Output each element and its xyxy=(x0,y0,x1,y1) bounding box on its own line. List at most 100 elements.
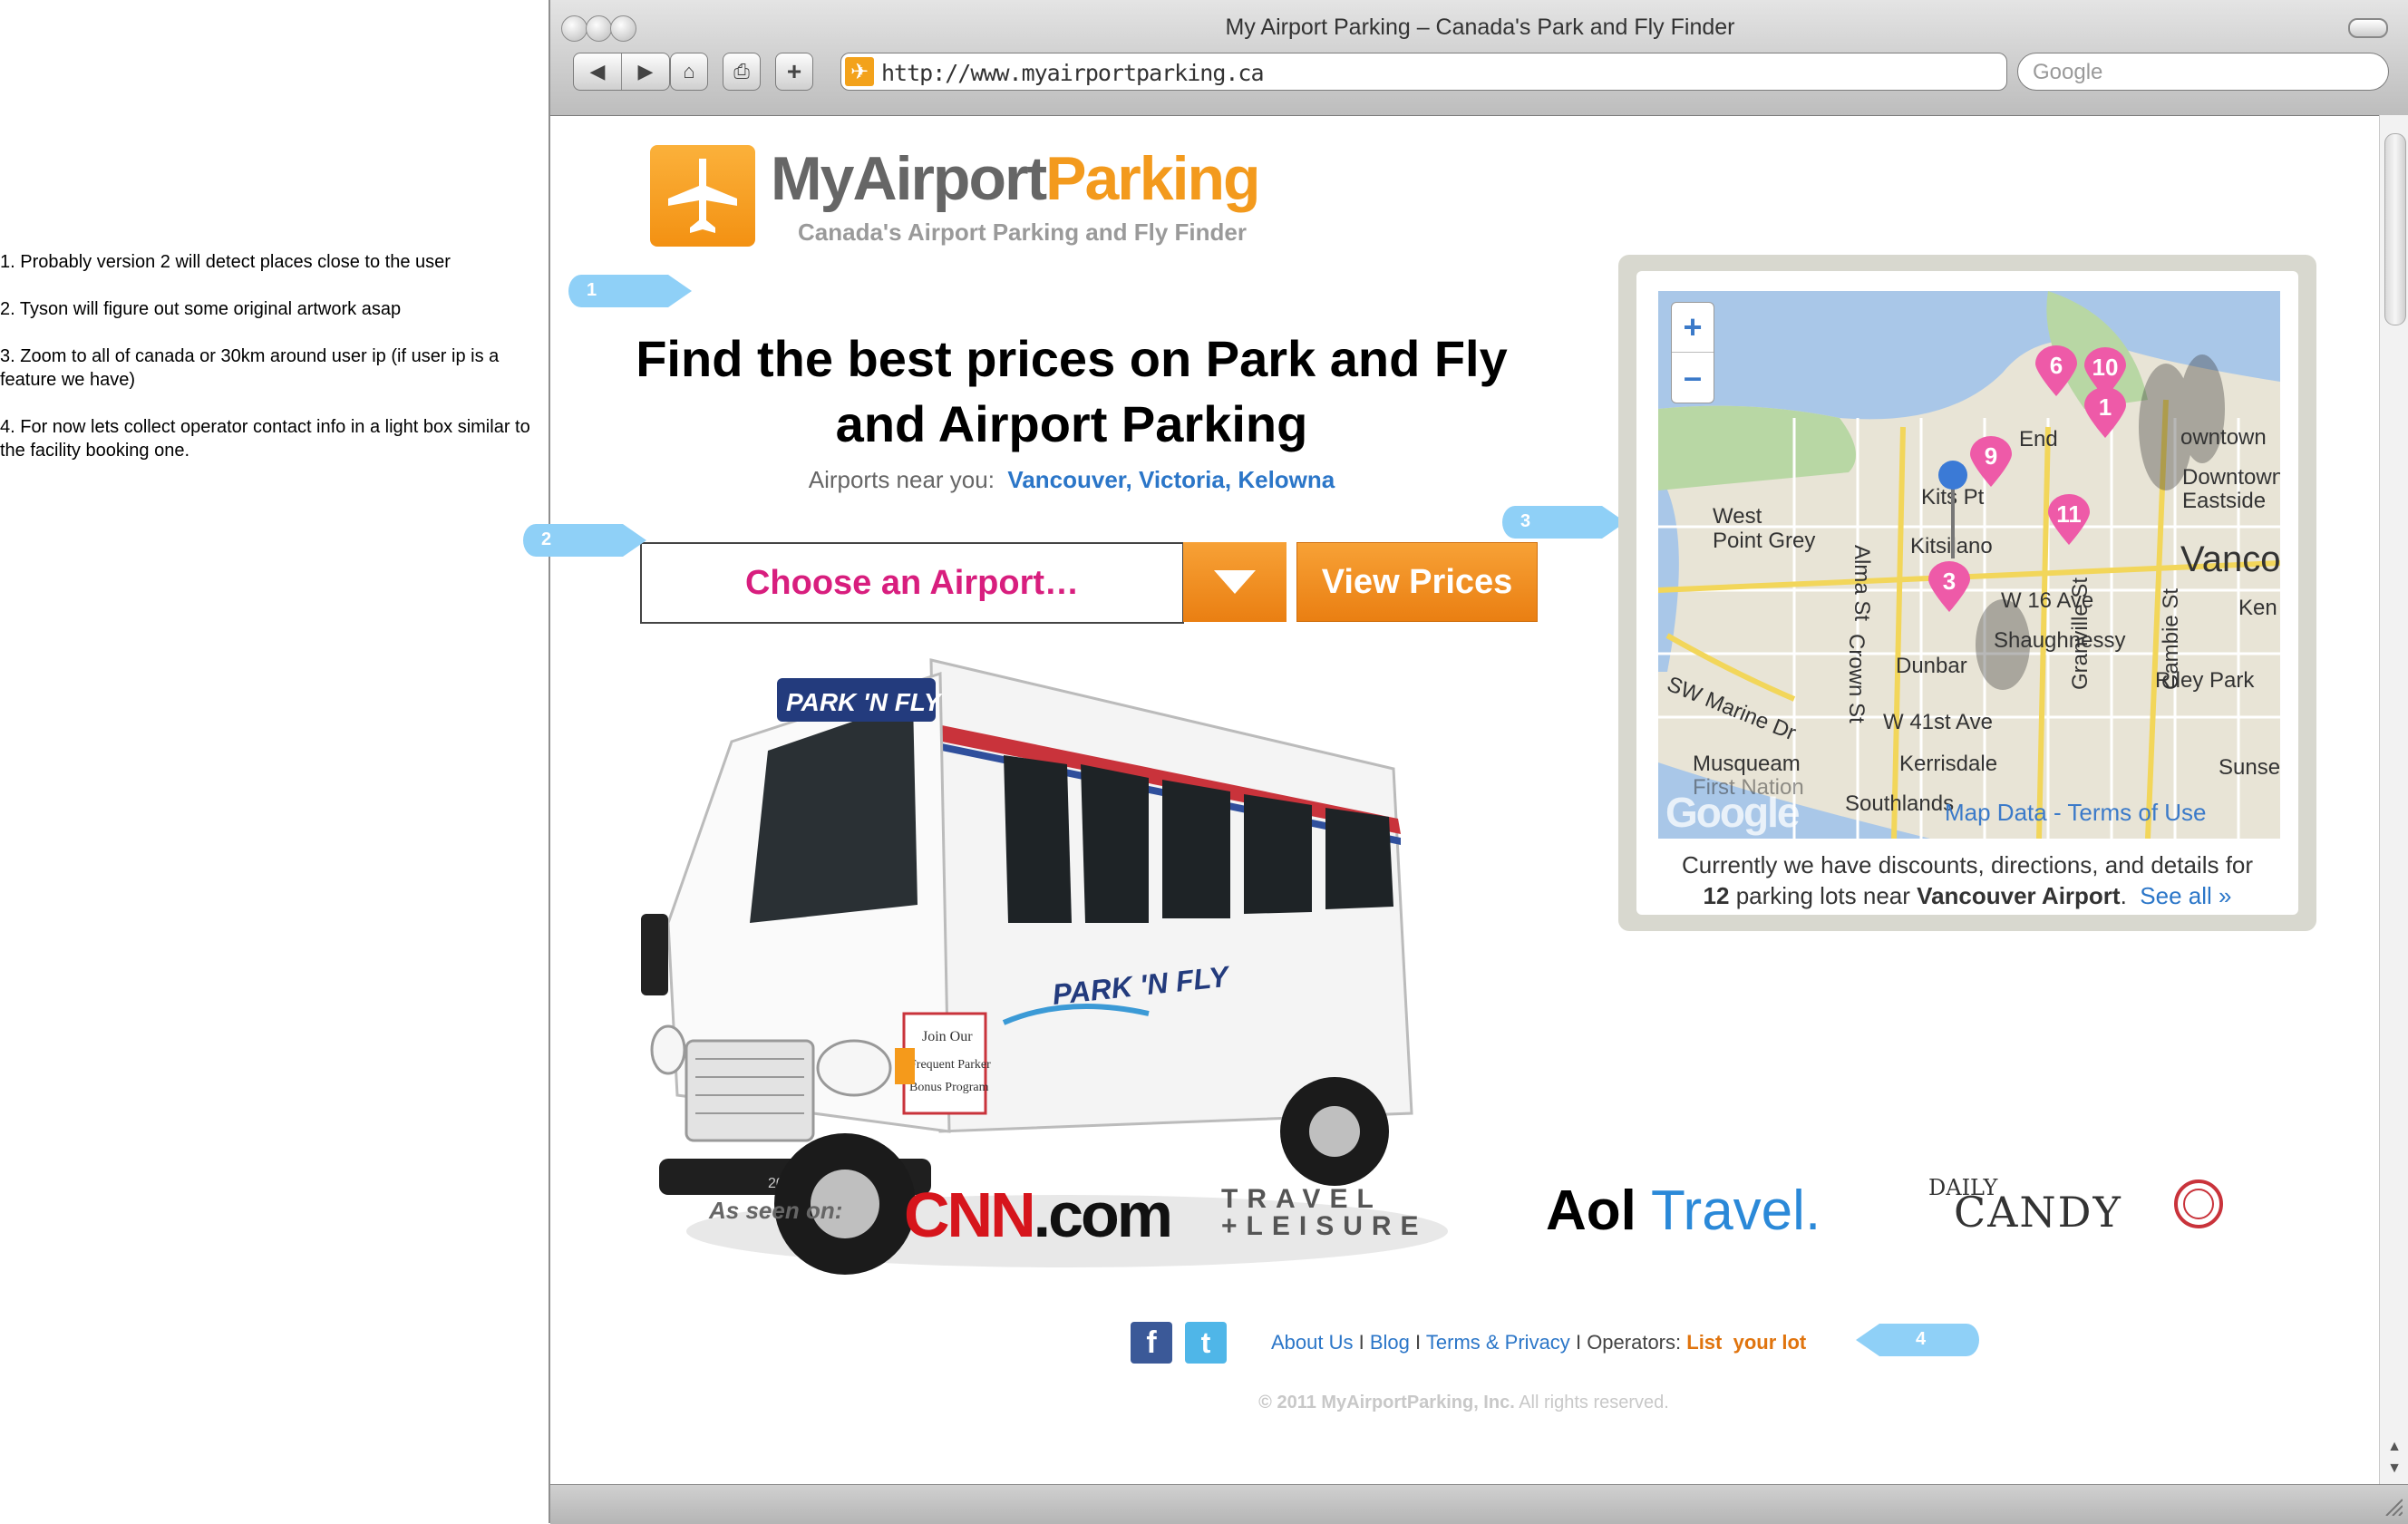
airport-select-label: Choose an Airport… xyxy=(744,564,1080,602)
chevron-down-icon xyxy=(1214,570,1256,594)
back-arrow-icon: ◀ xyxy=(589,60,606,83)
home-button[interactable]: ⌂ xyxy=(670,53,708,91)
parking-lot-pin[interactable]: 3 xyxy=(1928,561,1970,612)
lot-count: 12 xyxy=(1703,882,1730,909)
airport-link-vancouver[interactable]: Vancouver xyxy=(1007,466,1125,493)
twitter-button[interactable]: t xyxy=(1185,1322,1227,1364)
address-bar[interactable]: ✈ http://www.myairportparking.ca xyxy=(840,53,2007,91)
toolbar-toggle-button[interactable] xyxy=(2348,18,2388,38)
facebook-icon: f xyxy=(1146,1325,1157,1360)
pin-number: 6 xyxy=(2049,352,2063,379)
airport-link-kelowna[interactable]: Kelowna xyxy=(1238,466,1335,493)
pin-number: 3 xyxy=(1942,568,1956,595)
map-label: owntown xyxy=(2180,425,2267,450)
airport-dropdown-button[interactable] xyxy=(1183,542,1287,622)
scroll-down-arrow-icon[interactable]: ▼ xyxy=(2384,1461,2405,1480)
map-data-link[interactable]: Map Data xyxy=(1945,799,2047,826)
map-label: Ken xyxy=(2238,596,2277,620)
parking-lot-pin[interactable]: 11 xyxy=(2048,494,2090,545)
annotation-notes: 1. Probably version 2 will detect places… xyxy=(0,250,549,486)
map-zoom-controls: + – xyxy=(1671,302,1714,403)
page-content: MyAirportParking Canada's Airport Parkin… xyxy=(523,116,2377,1483)
airport-name: Vancouver Airport xyxy=(1917,882,2121,909)
vertical-scrollbar[interactable]: ▲ ▼ xyxy=(2379,115,2408,1484)
about-us-link[interactable]: About Us xyxy=(1271,1331,1354,1354)
cnn-logo: CNN.com xyxy=(904,1179,1173,1251)
copyright-rights: All rights reserved. xyxy=(1519,1393,1669,1412)
facebook-button[interactable]: f xyxy=(1131,1322,1172,1364)
google-watermark: Google xyxy=(1665,789,1800,836)
map-label: Granville St xyxy=(2068,577,2092,690)
window-title: My Airport Parking – Canada's Park and F… xyxy=(1225,15,1735,40)
map-terms-link[interactable]: Terms of Use xyxy=(2067,799,2206,826)
airport-select[interactable]: Choose an Airport… xyxy=(640,542,1184,624)
parking-lot-pin[interactable]: 9 xyxy=(1970,436,2012,487)
back-forward-group: ◀ ▶ xyxy=(573,53,670,91)
list-your-lot-link[interactable]: List your lot xyxy=(1686,1331,1806,1354)
bus-sign-line-3: Bonus Program xyxy=(909,1081,989,1094)
view-prices-button[interactable]: View Prices xyxy=(1296,542,1538,622)
map-label: Crown St xyxy=(1844,634,1869,723)
map-zoom-in-button[interactable]: + xyxy=(1672,303,1714,352)
browser-status-bar xyxy=(550,1484,2408,1524)
address-url: http://www.myairportparking.ca xyxy=(881,60,1265,86)
callout-label-4: 4 xyxy=(1916,1329,1927,1349)
bus-brand-front: PARK 'N FLY xyxy=(786,688,943,716)
logo-airplane-icon[interactable] xyxy=(650,145,755,247)
callout-label-2: 2 xyxy=(541,529,552,549)
map-label: Point Grey xyxy=(1713,529,1816,553)
map-label: Alma St xyxy=(1850,545,1874,622)
logo-text-myairport: MyAirport xyxy=(771,144,1047,213)
travel-leisure-logo: TRAVEL +LEISURE xyxy=(1221,1186,1448,1240)
footer-separator: I xyxy=(1358,1331,1364,1354)
home-icon: ⌂ xyxy=(683,60,695,83)
airport-separator: , xyxy=(1224,466,1232,493)
footer-links: About Us I Blog I Terms & Privacy I Oper… xyxy=(1271,1331,1806,1354)
cnn-logo-suffix: .com xyxy=(1033,1179,1173,1250)
back-button[interactable]: ◀ xyxy=(574,53,621,90)
site-favicon-icon: ✈ xyxy=(845,57,874,86)
printer-icon: ⎙ xyxy=(733,60,750,83)
callout-number: 3 xyxy=(1502,506,1626,539)
terms-privacy-link[interactable]: Terms & Privacy xyxy=(1426,1331,1570,1354)
travel-stamp-icon xyxy=(2174,1179,2223,1228)
forward-arrow-icon: ▶ xyxy=(637,60,654,83)
scroll-up-arrow-icon[interactable]: ▲ xyxy=(2384,1439,2405,1459)
note-1: 1. Probably version 2 will detect places… xyxy=(0,252,451,272)
airport-link-victoria[interactable]: Victoria xyxy=(1139,466,1225,493)
aol-logo-text: Aol xyxy=(1546,1179,1636,1242)
travel-leisure-line-1: TRAVEL xyxy=(1221,1184,1383,1214)
cnn-logo-text: CNN xyxy=(904,1179,1036,1250)
see-all-link[interactable]: See all » xyxy=(2140,882,2231,909)
note-2: 2. Tyson will figure out some original a… xyxy=(0,299,402,319)
as-seen-on-label: As seen on: xyxy=(709,1197,843,1224)
search-placeholder: Google xyxy=(2033,60,2103,84)
map-caption: Currently we have discounts, directions,… xyxy=(1681,851,2254,909)
print-button[interactable]: ⎙ xyxy=(723,53,761,91)
page-headline: Find the best prices on Park and Fly and… xyxy=(636,330,1508,452)
browser-window: My Airport Parking – Canada's Park and F… xyxy=(523,0,2408,1524)
parking-lot-pin[interactable]: 6 xyxy=(2035,345,2077,396)
resize-grip-icon[interactable] xyxy=(2383,1496,2403,1516)
footer-separator: I xyxy=(1575,1331,1582,1354)
map-label: West xyxy=(1713,504,1762,529)
bus-sign-line-1: Join Our xyxy=(922,1029,973,1044)
logo-wordmark[interactable]: MyAirportParking xyxy=(771,143,1261,214)
aol-travel-text: Travel. xyxy=(1650,1179,1821,1242)
map-label: Southlands xyxy=(1845,791,1955,816)
airplane-icon xyxy=(668,159,737,233)
logo-tagline: Canada's Airport Parking and Fly Finder xyxy=(798,218,1247,246)
current-location-pin-icon[interactable] xyxy=(1937,459,1969,558)
operators-label: Operators: xyxy=(1587,1331,1682,1354)
map-label: W 41st Ave xyxy=(1883,710,1993,734)
nearby-airports: Airports near you: Vancouver, Victoria, … xyxy=(614,466,1529,494)
parking-map[interactable]: + – West Point Grey Kitsilano Kits Pt Al… xyxy=(1658,291,2280,839)
add-bookmark-button[interactable]: + xyxy=(775,53,813,91)
forward-button[interactable]: ▶ xyxy=(621,53,669,90)
map-zoom-out-button[interactable]: – xyxy=(1672,352,1714,402)
scrollbar-thumb[interactable] xyxy=(2384,133,2406,325)
callout-label-1: 1 xyxy=(587,280,597,300)
parking-lot-pin[interactable]: 1 xyxy=(2084,387,2126,438)
browser-search-input[interactable]: Google xyxy=(2017,53,2389,91)
blog-link[interactable]: Blog xyxy=(1370,1331,1410,1354)
